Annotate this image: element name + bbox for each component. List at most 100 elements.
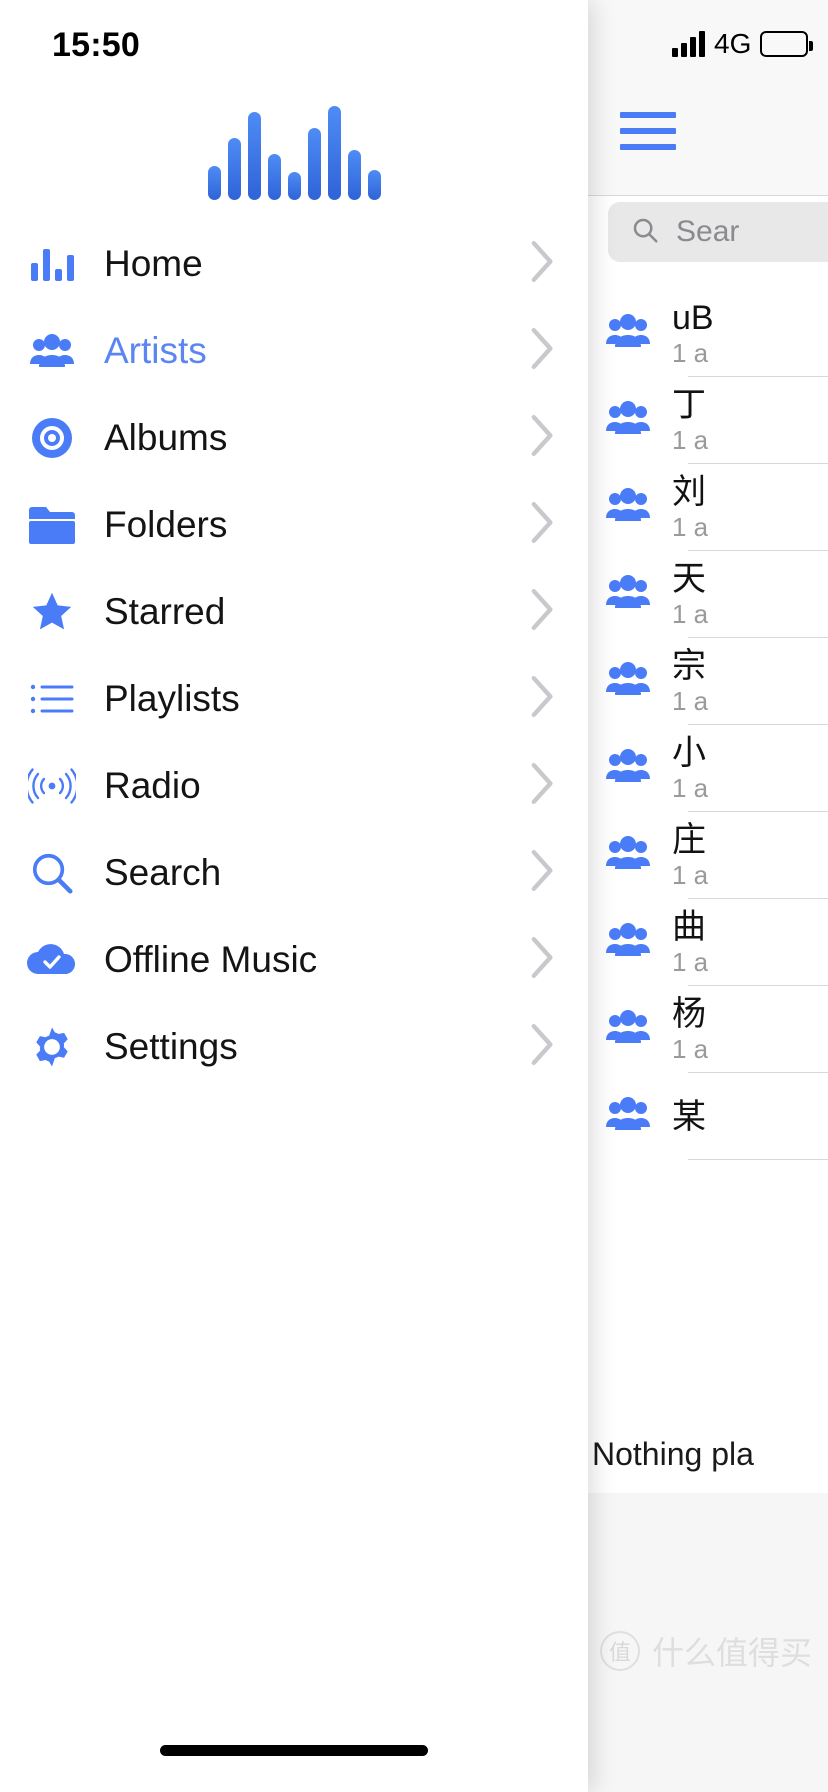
chevron-right-icon[interactable] [530, 935, 556, 984]
artist-list-item[interactable]: 杨1 a [588, 986, 828, 1073]
drawer-item-label: Starred [104, 590, 226, 632]
artist-album-count: 1 a [672, 598, 709, 629]
home-indicator [160, 1745, 428, 1756]
drawer-item-label: Albums [104, 416, 228, 458]
artist-album-count: 1 a [672, 859, 709, 890]
watermark: 值 什么值得买 [600, 1628, 812, 1674]
artist-name: 宗 [672, 646, 706, 685]
artists-icon [606, 575, 650, 614]
chevron-right-icon[interactable] [530, 413, 556, 462]
chevron-right-icon[interactable] [530, 326, 556, 375]
artists-list[interactable]: uB 1 a丁1 a刘1 a天1 a宗1 a小1 a庄1 a曲1 a杨1 a某 [588, 290, 828, 1160]
list-separator [688, 1159, 828, 1160]
chevron-right-icon[interactable] [530, 587, 556, 636]
artists-icon [606, 1097, 650, 1136]
artist-list-item[interactable]: 小1 a [588, 725, 828, 812]
artists-icon [606, 662, 650, 701]
equalizer-icon [0, 247, 104, 281]
cellular-signal-icon [672, 31, 705, 57]
artist-name: 杨 [672, 994, 706, 1033]
artists-icon [606, 923, 650, 962]
status-bar-clock: 15:50 [52, 26, 140, 64]
artist-name: 庄 [672, 820, 706, 859]
search-icon [0, 850, 104, 896]
artist-list-item[interactable]: uB 1 a [588, 290, 828, 377]
search-input[interactable]: Sear [608, 202, 828, 262]
artist-album-count: 1 a [672, 511, 709, 542]
phone-screen: Sear uB 1 a丁1 a刘1 a天1 a宗1 a小1 a庄1 a曲1 a杨1… [0, 0, 828, 1792]
navigation-drawer[interactable]: 15:50 Home Artists Albums Folders Starred Pla… [0, 0, 588, 1792]
chevron-right-icon[interactable] [530, 848, 556, 897]
drawer-item-starred[interactable]: Starred [0, 568, 588, 655]
drawer-item-label: Artists [104, 329, 207, 371]
artist-list-item[interactable]: 曲1 a [588, 899, 828, 986]
network-type-label: 4G [714, 28, 752, 59]
star-icon [0, 590, 104, 634]
drawer-item-home[interactable]: Home [0, 220, 588, 307]
drawer-item-artists[interactable]: Artists [0, 307, 588, 394]
artists-icon [606, 314, 650, 353]
chevron-right-icon[interactable] [530, 1022, 556, 1071]
artist-list-item[interactable]: 丁1 a [588, 377, 828, 464]
artists-icon [0, 333, 104, 368]
search-placeholder: Sear [676, 215, 740, 248]
list-icon [0, 683, 104, 715]
artist-album-count: 1 a [672, 337, 709, 368]
artist-name: 天 [672, 559, 706, 598]
artists-icon [606, 836, 650, 875]
artist-name: 刘 [672, 472, 706, 511]
artist-album-count: 1 a [672, 685, 709, 716]
chevron-right-icon[interactable] [530, 500, 556, 549]
hamburger-menu-icon[interactable] [620, 112, 676, 150]
drawer-item-settings[interactable]: Settings [0, 1003, 588, 1090]
drawer-item-folders[interactable]: Folders [0, 481, 588, 568]
artists-icon [606, 749, 650, 788]
status-bar-indicators: 4G [672, 28, 814, 60]
artist-list-item[interactable]: 某 [588, 1073, 828, 1160]
search-icon [630, 215, 660, 250]
artist-name: 曲 [672, 907, 706, 946]
artist-name: 小 [672, 733, 706, 772]
drawer-item-offline-music[interactable]: Offline Music [0, 916, 588, 1003]
cloud-check-icon [0, 942, 104, 978]
artist-list-item[interactable]: 天1 a [588, 551, 828, 638]
drawer-item-search[interactable]: Search [0, 829, 588, 916]
gear-icon [0, 1024, 104, 1070]
artists-icon [606, 1010, 650, 1049]
drawer-item-label: Folders [104, 503, 228, 545]
drawer-item-label: Playlists [104, 677, 240, 719]
watermark-logo-icon: 值 [600, 1631, 640, 1671]
watermark-text: 什么值得买 [652, 1635, 813, 1671]
artist-album-count: 1 a [672, 424, 709, 455]
background-artists-screen[interactable]: Sear uB 1 a丁1 a刘1 a天1 a宗1 a小1 a庄1 a曲1 a杨1… [588, 0, 828, 1792]
drawer-item-playlists[interactable]: Playlists [0, 655, 588, 742]
folder-icon [0, 506, 104, 544]
artist-list-item[interactable]: 庄1 a [588, 812, 828, 899]
artist-list-item[interactable]: 宗1 a [588, 638, 828, 725]
status-bar: 15:50 [0, 0, 588, 92]
artist-list-item[interactable]: 刘1 a [588, 464, 828, 551]
artist-name: 丁 [672, 385, 706, 424]
chevron-right-icon[interactable] [530, 761, 556, 810]
now-playing-bar[interactable]: Nothing pla [588, 1415, 828, 1493]
now-playing-text: Nothing pla [592, 1435, 754, 1472]
drawer-item-label: Radio [104, 764, 201, 806]
artist-album-count: 1 a [672, 772, 709, 803]
artists-icon [606, 488, 650, 527]
drawer-item-label: Offline Music [104, 938, 318, 980]
artist-album-count: 1 a [672, 1033, 709, 1064]
artist-name: uB [672, 298, 714, 337]
chevron-right-icon[interactable] [530, 239, 556, 288]
drawer-item-label: Home [104, 242, 203, 284]
drawer-menu[interactable]: Home Artists Albums Folders Starred Playlists… [0, 220, 588, 1090]
drawer-item-label: Search [104, 851, 222, 893]
album-disc-icon [0, 416, 104, 460]
drawer-item-albums[interactable]: Albums [0, 394, 588, 481]
radio-waves-icon [0, 766, 104, 806]
drawer-item-label: Settings [104, 1025, 238, 1067]
chevron-right-icon[interactable] [530, 674, 556, 723]
battery-icon [760, 31, 814, 57]
drawer-item-radio[interactable]: Radio [0, 742, 588, 829]
artist-name: 某 [672, 1097, 706, 1136]
artists-icon [606, 401, 650, 440]
